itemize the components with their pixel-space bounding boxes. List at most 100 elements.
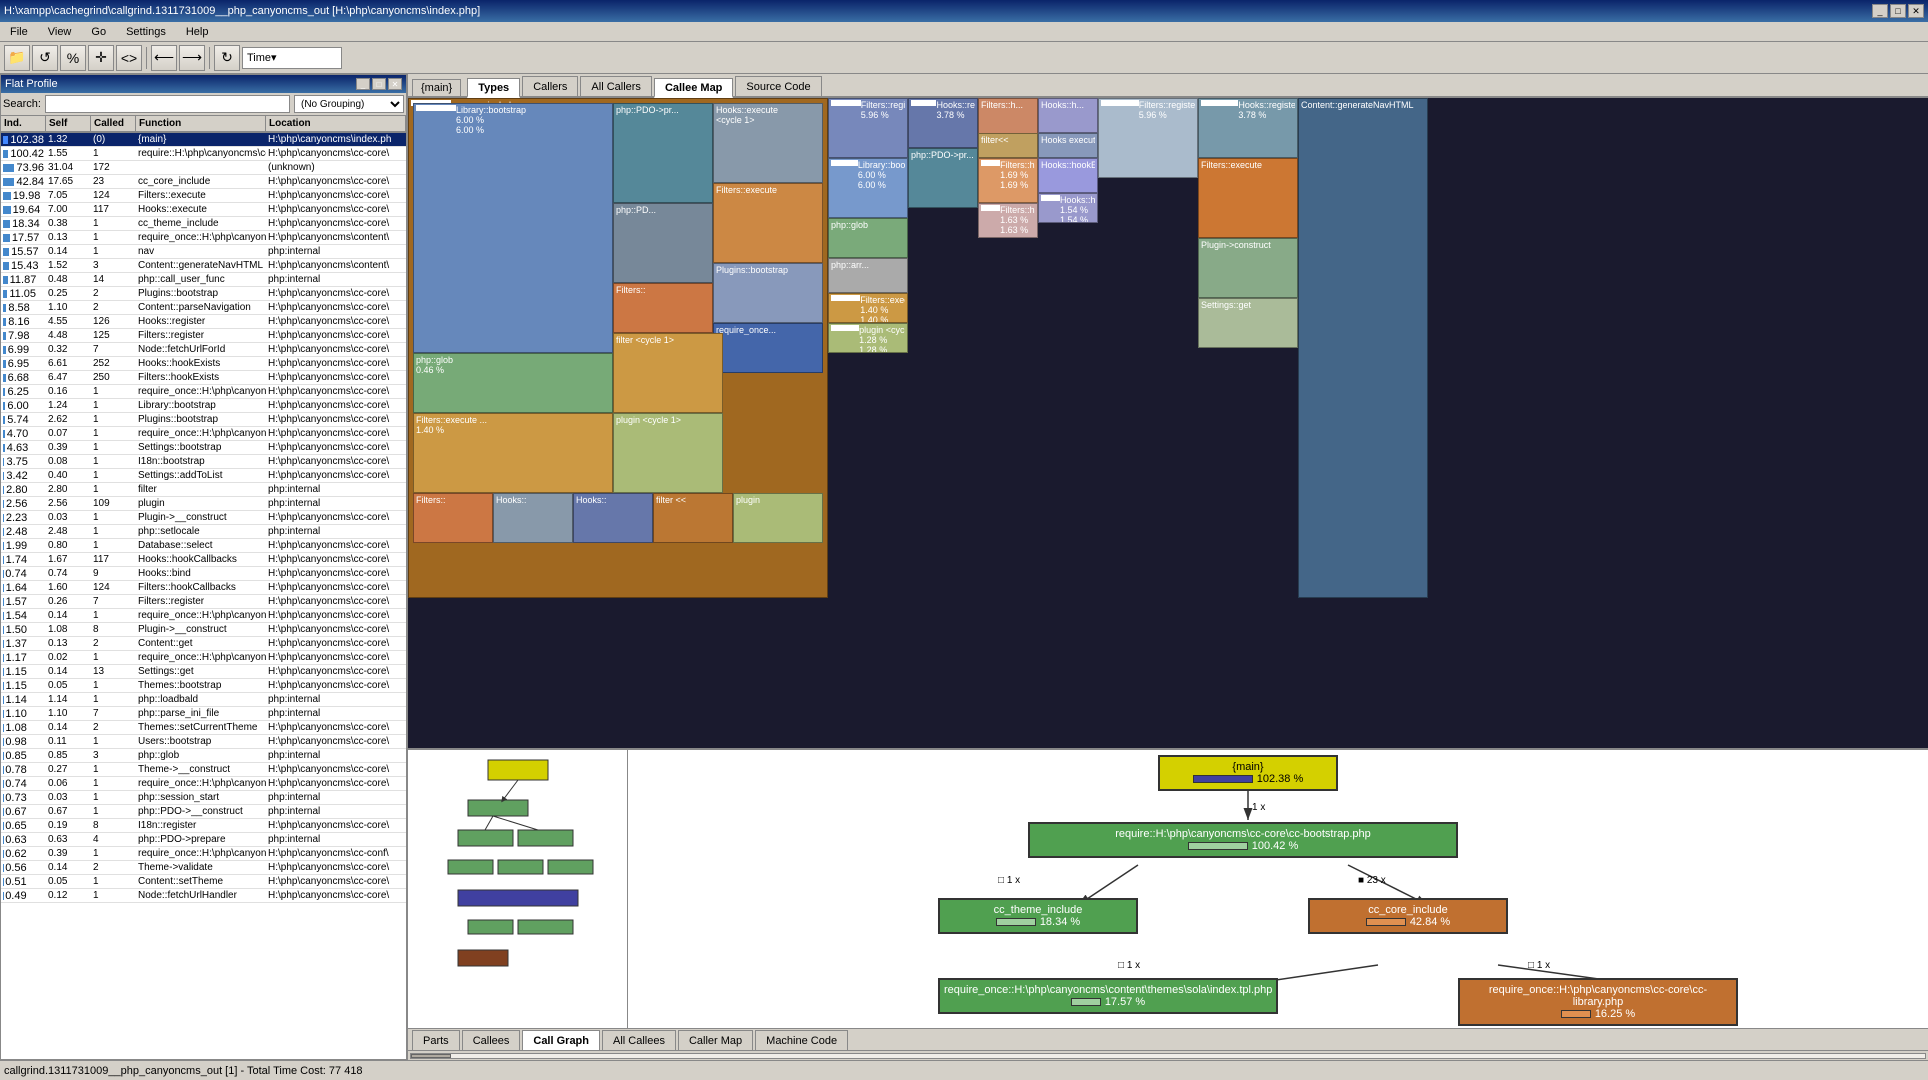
forward-button[interactable]: ⟶ [179,45,205,71]
table-row[interactable]: 11.05 0.25 2 Plugins::bootstrap H:\php\c… [1,287,406,301]
treemap-cell[interactable]: php::PD... [613,203,713,283]
table-row[interactable]: 15.57 0.14 1 nav php:internal [1,245,406,259]
treemap-cell[interactable]: Filters::hookExists 1.63 % 1.63 % [978,203,1038,238]
table-row[interactable]: 4.63 0.39 1 Settings::bootstrap H:\php\c… [1,441,406,455]
percent-button[interactable]: % [60,45,86,71]
table-row[interactable]: 2.48 2.48 1 php::setlocale php:internal [1,525,406,539]
treemap-cell[interactable]: Filters::hookExists 1.69 % 1.69 % [978,158,1038,203]
table-row[interactable]: 7.98 4.48 125 Filters::register H:\php\c… [1,329,406,343]
treemap-cell[interactable]: php::glob [828,218,908,258]
table-row[interactable]: 0.63 0.63 4 php::PDO->prepare php:intern… [1,833,406,847]
grouping-dropdown[interactable]: (No Grouping) [294,95,404,113]
treemap-cell[interactable]: Settings::get [1198,298,1298,348]
treemap-cell[interactable]: Library::bootstrap 6.00 % 6.00 % [413,103,613,353]
table-row[interactable]: 2.80 2.80 1 filter php:internal [1,483,406,497]
treemap-cell[interactable]: php::PDO->pr... [908,148,978,208]
menu-view[interactable]: View [42,24,78,40]
table-row[interactable]: 0.65 0.19 8 I18n::register H:\php\canyon… [1,819,406,833]
treemap-cell[interactable]: Hooks:: [493,493,573,543]
table-row[interactable]: 4.70 0.07 1 require_once::H:\php\canyonc… [1,427,406,441]
menu-go[interactable]: Go [85,24,112,40]
col-self[interactable]: Self [46,116,91,131]
table-row[interactable]: 0.98 0.11 1 Users::bootstrap H:\php\cany… [1,735,406,749]
table-row[interactable]: 100.42 1.55 1 require::H:\php\canyoncms\… [1,147,406,161]
col-called[interactable]: Called [91,116,136,131]
table-row[interactable]: 1.57 0.26 7 Filters::register H:\php\can… [1,595,406,609]
treemap-cell[interactable]: php::arr... [828,258,908,293]
table-row[interactable]: 5.74 2.62 1 Plugins::bootstrap H:\php\ca… [1,413,406,427]
table-row[interactable]: 18.34 0.38 1 cc_theme_include H:\php\can… [1,217,406,231]
treemap-cell[interactable]: Filters::execute [1198,158,1298,238]
treemap-cell[interactable]: Filters::h... [978,98,1038,138]
table-row[interactable]: 6.99 0.32 7 Node::fetchUrlForId H:\php\c… [1,343,406,357]
panel-maximize[interactable]: □ [372,78,386,90]
treemap-cell[interactable]: Filters::register 5.96 % [1098,98,1198,178]
table-row[interactable]: 6.95 6.61 252 Hooks::hookExists H:\php\c… [1,357,406,371]
menu-settings[interactable]: Settings [120,24,172,40]
bottom-tab-call-graph[interactable]: Call Graph [522,1030,600,1050]
table-row[interactable]: 0.74 0.06 1 require_once::H:\php\canyonc… [1,777,406,791]
table-row[interactable]: 0.85 0.85 3 php::glob php:internal [1,749,406,763]
table-row[interactable]: 1.37 0.13 2 Content::get H:\php\canyoncm… [1,637,406,651]
bottom-tab-parts[interactable]: Parts [412,1030,460,1050]
table-row[interactable]: 1.10 1.10 7 php::parse_ini_file php:inte… [1,707,406,721]
table-row[interactable]: 6.25 0.16 1 require_once::H:\php\canyonc… [1,385,406,399]
treemap-cell[interactable]: Plugin->construct [1198,238,1298,298]
table-row[interactable]: 2.23 0.03 1 Plugin->__construct H:\php\c… [1,511,406,525]
table-row[interactable]: 0.73 0.03 1 php::session_start php:inter… [1,791,406,805]
table-row[interactable]: 1.15 0.14 13 Settings::get H:\php\canyon… [1,665,406,679]
menu-file[interactable]: File [4,24,34,40]
treemap-cell[interactable]: Hooks::h... [1038,98,1098,133]
bottom-tab-callees[interactable]: Callees [462,1030,521,1050]
table-row[interactable]: 2.56 2.56 109 plugin php:internal [1,497,406,511]
bottom-tab-caller-map[interactable]: Caller Map [678,1030,753,1050]
panel-close[interactable]: ✕ [388,78,402,90]
tab-types[interactable]: Types [467,78,520,98]
bottom-tab-machine-code[interactable]: Machine Code [755,1030,848,1050]
treemap-cell[interactable]: Hooks::hookExists 1.54 % 1.54 % [1038,193,1098,223]
table-row[interactable]: 0.56 0.14 2 Theme->validate H:\php\canyo… [1,861,406,875]
table-row[interactable]: 42.84 17.65 23 cc_core_include H:\php\ca… [1,175,406,189]
table-row[interactable]: 0.74 0.74 9 Hooks::bind H:\php\canyoncms… [1,567,406,581]
table-row[interactable]: 11.87 0.48 14 php::call_user_func php:in… [1,273,406,287]
table-row[interactable]: 3.42 0.40 1 Settings::addToList H:\php\c… [1,469,406,483]
treemap-cell[interactable]: plugin [733,493,823,543]
treemap-cell[interactable]: filter << [653,493,733,543]
table-row[interactable]: 1.99 0.80 1 Database::select H:\php\cany… [1,539,406,553]
maximize-button[interactable]: □ [1890,4,1906,18]
treemap-cell[interactable]: Filters::execute [713,183,823,263]
treemap-cell[interactable]: Hooks::hookExists [1038,158,1098,193]
table-row[interactable]: 1.74 1.67 117 Hooks::hookCallbacks H:\ph… [1,553,406,567]
table-row[interactable]: 1.17 0.02 1 require_once::H:\php\canyonc… [1,651,406,665]
table-row[interactable]: 0.49 0.12 1 Node::fetchUrlHandler H:\php… [1,889,406,903]
back-button[interactable]: ⟵ [151,45,177,71]
scrollbar-horizontal[interactable] [408,1050,1928,1060]
treemap-cell[interactable]: plugin <cycle 1> 1.28 % 1.28 % [828,323,908,353]
treemap-cell[interactable]: Library::bootstrap 6.00 % 6.00 % [828,158,908,218]
menu-help[interactable]: Help [180,24,215,40]
treemap-cell[interactable]: Content::generateNavHTML [1298,98,1428,598]
treemap-cell[interactable]: Hooks::register 3.78 % [1198,98,1298,158]
time-dropdown[interactable]: Time ▾ [242,47,342,69]
table-row[interactable]: 0.78 0.27 1 Theme->__construct H:\php\ca… [1,763,406,777]
col-ind[interactable]: Ind. [1,116,46,131]
table-row[interactable]: 19.64 7.00 117 Hooks::execute H:\php\can… [1,203,406,217]
tab-all-callers[interactable]: All Callers [580,76,652,96]
minimize-button[interactable]: _ [1872,4,1888,18]
treemap-cell[interactable]: Filters::register 5.96 % [828,98,908,158]
table-row[interactable]: 0.62 0.39 1 require_once::H:\php\canyonc… [1,847,406,861]
table-row[interactable]: 1.15 0.05 1 Themes::bootstrap H:\php\can… [1,679,406,693]
reload-button[interactable]: ↺ [32,45,58,71]
tab-callers[interactable]: Callers [522,76,578,96]
table-row[interactable]: 102.38 1.32 (0) {main} H:\php\canyoncms\… [1,133,406,147]
panel-minimize[interactable]: _ [356,78,370,90]
source-button[interactable]: <> [116,45,142,71]
table-row[interactable]: 8.16 4.55 126 Hooks::register H:\php\can… [1,315,406,329]
close-button[interactable]: ✕ [1908,4,1924,18]
col-function[interactable]: Function [136,116,266,131]
cycle-button[interactable]: ↻ [214,45,240,71]
treemap-cell[interactable]: php::PDO->pr... [613,103,713,203]
table-row[interactable]: 8.58 1.10 2 Content::parseNavigation H:\… [1,301,406,315]
tab-source-code[interactable]: Source Code [735,76,821,96]
treemap-cell[interactable]: filter<< [978,133,1038,158]
